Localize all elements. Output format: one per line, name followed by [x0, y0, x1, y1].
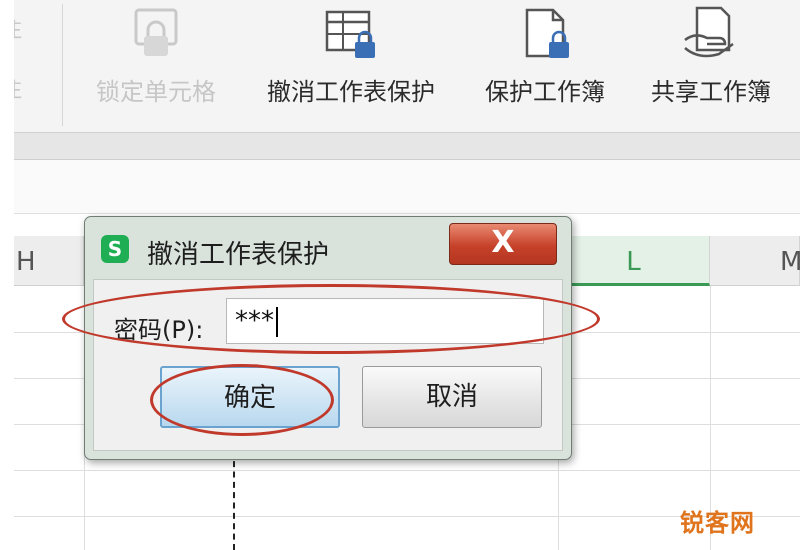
ribbon-separator	[62, 4, 63, 126]
formula-bar	[14, 132, 800, 160]
password-label: 密码(P):	[114, 316, 204, 344]
password-field[interactable]: ***	[226, 298, 544, 344]
close-button[interactable]: X	[449, 223, 557, 265]
left-margin	[0, 0, 14, 550]
unprotect-sheet-icon	[325, 10, 375, 58]
dialog-title: 撤消工作表保护	[147, 240, 330, 270]
unprotect-sheet-button[interactable]: 撤消工作表保护	[248, 0, 454, 120]
row-line	[14, 470, 800, 471]
protect-workbook-label: 保护工作簿	[485, 78, 605, 106]
password-value: ***	[235, 306, 274, 336]
watermark-logo: 锐客网	[680, 509, 755, 537]
ribbon-toolbar: 注 注 锁定单元格 撤消工作表保护 保护工作簿	[0, 0, 800, 132]
lock-cell-button[interactable]: 锁定单元格	[82, 0, 230, 120]
app-logo-icon: S	[101, 235, 129, 263]
lock-cell-icon	[134, 8, 178, 56]
protect-workbook-button[interactable]: 保护工作簿	[470, 0, 620, 120]
unprotect-sheet-dialog: S 撤消工作表保护 X 密码(P): *** 确定 取消	[84, 216, 572, 460]
share-workbook-icon	[684, 6, 734, 58]
dialog-body: 密码(P): *** 确定 取消	[93, 279, 563, 451]
ok-button[interactable]: 确定	[160, 366, 340, 428]
sheet-top-area	[14, 160, 800, 214]
cancel-button[interactable]: 取消	[362, 366, 542, 428]
unprotect-sheet-label: 撤消工作表保护	[267, 78, 435, 106]
column-header-l[interactable]: L	[558, 236, 710, 286]
text-caret	[276, 306, 278, 337]
column-header-h[interactable]: H	[14, 236, 84, 286]
lock-cell-label: 锁定单元格	[96, 78, 216, 106]
share-workbook-label: 共享工作簿	[651, 78, 771, 106]
share-workbook-button[interactable]: 共享工作簿	[636, 0, 786, 120]
protect-workbook-icon	[525, 8, 569, 58]
column-header-m[interactable]: M	[710, 236, 800, 286]
